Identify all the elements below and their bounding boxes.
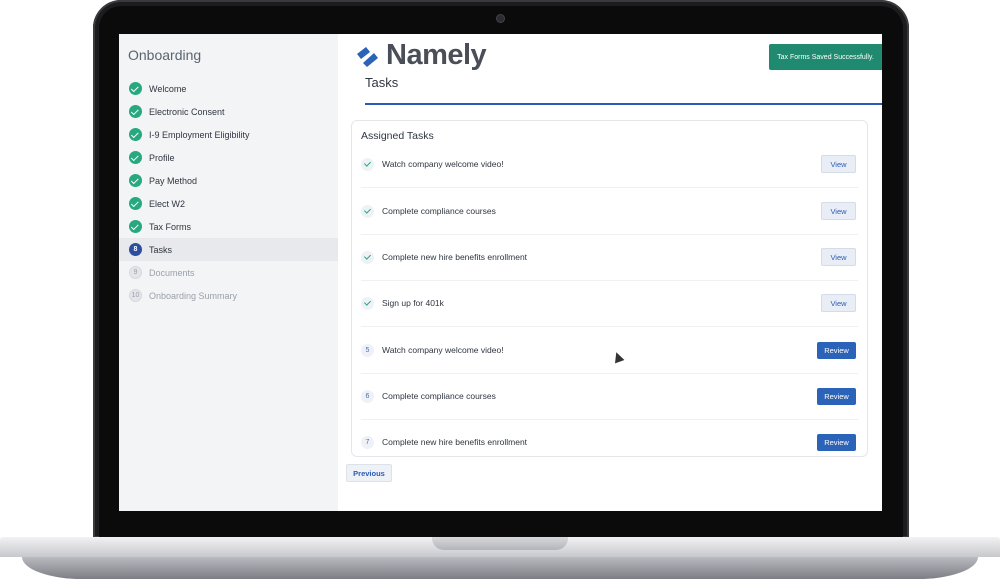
- brand-name: Namely: [386, 39, 487, 71]
- sidebar-item-welcome[interactable]: Welcome: [119, 77, 338, 100]
- sidebar-item-label: Pay Method: [149, 175, 198, 186]
- task-number-badge: 6: [361, 389, 374, 403]
- sidebar-item-label: Electronic Consent: [149, 106, 225, 117]
- step-number-badge: 10: [129, 289, 142, 302]
- sidebar-item-onboarding-summary[interactable]: 10 Onboarding Summary: [119, 284, 338, 307]
- check-icon: [361, 157, 374, 171]
- namely-logo-icon: [354, 44, 384, 68]
- sidebar: Onboarding Welcome Electronic Consent I-9 …: [119, 34, 338, 511]
- sidebar-item-label: Documents: [149, 267, 195, 278]
- task-row: 7 Complete new hire benefits enrollment Re…: [361, 419, 858, 456]
- title-divider: [365, 103, 882, 105]
- sidebar-item-electronic-consent[interactable]: Electronic Consent: [119, 100, 338, 123]
- check-icon: [361, 296, 374, 310]
- check-circle-icon: [129, 82, 142, 95]
- task-number-badge: 7: [361, 435, 374, 449]
- base-bottom: [22, 557, 978, 579]
- task-label: Watch company welcome video!: [382, 345, 504, 355]
- camera-icon: [497, 15, 504, 22]
- sidebar-item-tasks[interactable]: 8 Tasks: [119, 238, 338, 261]
- task-row: Sign up for 401k View: [361, 280, 858, 327]
- check-circle-icon: [129, 128, 142, 141]
- base-notch: [432, 537, 568, 550]
- brand-logo[interactable]: Namely: [354, 39, 487, 72]
- task-number-badge: 5: [361, 343, 374, 357]
- sidebar-item-label: Profile: [149, 152, 175, 163]
- task-row: Complete new hire benefits enrollment Vie…: [361, 234, 858, 281]
- task-label: Complete new hire benefits enrollment: [382, 252, 528, 262]
- view-button[interactable]: View: [821, 294, 856, 312]
- task-label: Sign up for 401k: [382, 298, 444, 308]
- task-label: Complete new hire benefits enrollment: [382, 437, 528, 447]
- sidebar-item-documents[interactable]: 9 Documents: [119, 261, 338, 284]
- previous-button[interactable]: Previous: [346, 464, 392, 482]
- sidebar-item-label: Tax Forms: [149, 221, 192, 232]
- check-icon: [361, 204, 374, 218]
- task-row: 6 Complete compliance courses Review: [361, 373, 858, 420]
- check-icon: [361, 250, 374, 264]
- sidebar-item-tax-forms[interactable]: Tax Forms: [119, 215, 338, 238]
- sidebar-steps: Welcome Electronic Consent I-9 Employment …: [119, 77, 338, 307]
- sidebar-item-label: Elect W2: [149, 198, 186, 209]
- sidebar-item-label: Tasks: [149, 244, 173, 255]
- review-button[interactable]: Review: [817, 433, 856, 451]
- check-circle-icon: [129, 220, 142, 233]
- task-label: Complete compliance courses: [382, 391, 496, 401]
- sidebar-item-label: Welcome: [149, 83, 187, 94]
- sidebar-title: Onboarding: [128, 47, 202, 63]
- task-row: Watch company welcome video! View: [361, 141, 858, 188]
- success-toast: Tax Forms Saved Successfully.: [769, 44, 882, 70]
- sidebar-item-profile[interactable]: Profile: [119, 146, 338, 169]
- sidebar-item-label: Onboarding Summary: [149, 290, 238, 301]
- step-number-badge: 9: [129, 266, 142, 279]
- review-button[interactable]: Review: [817, 341, 856, 359]
- review-button[interactable]: Review: [817, 387, 856, 405]
- view-button[interactable]: View: [821, 248, 856, 266]
- sidebar-item-label: I-9 Employment Eligibility: [149, 129, 250, 140]
- page-title: Tasks: [365, 75, 399, 90]
- assigned-tasks-card: Assigned Tasks Watch company welcome vid…: [351, 120, 868, 457]
- sidebar-item-elect-w2[interactable]: Elect W2: [119, 192, 338, 215]
- app-screen: Onboarding Welcome Electronic Consent I-9 …: [119, 34, 882, 511]
- view-button[interactable]: View: [821, 155, 856, 173]
- task-row: Complete compliance courses View: [361, 188, 858, 235]
- task-label: Watch company welcome video!: [382, 159, 504, 169]
- laptop-base: [0, 537, 1000, 581]
- view-button[interactable]: View: [821, 202, 856, 220]
- check-circle-icon: [129, 174, 142, 187]
- sidebar-item-i-9-employment-eligibility[interactable]: I-9 Employment Eligibility: [119, 123, 338, 146]
- check-circle-icon: [129, 151, 142, 164]
- main-content: Namely Tax Forms Saved Successfully. Tas…: [338, 34, 882, 511]
- check-circle-icon: [129, 197, 142, 210]
- check-circle-icon: [129, 105, 142, 118]
- step-number-badge: 8: [129, 243, 142, 256]
- task-label: Complete compliance courses: [382, 206, 496, 216]
- task-row: 5 Watch company welcome video! Review: [361, 327, 858, 374]
- sidebar-item-pay-method[interactable]: Pay Method: [119, 169, 338, 192]
